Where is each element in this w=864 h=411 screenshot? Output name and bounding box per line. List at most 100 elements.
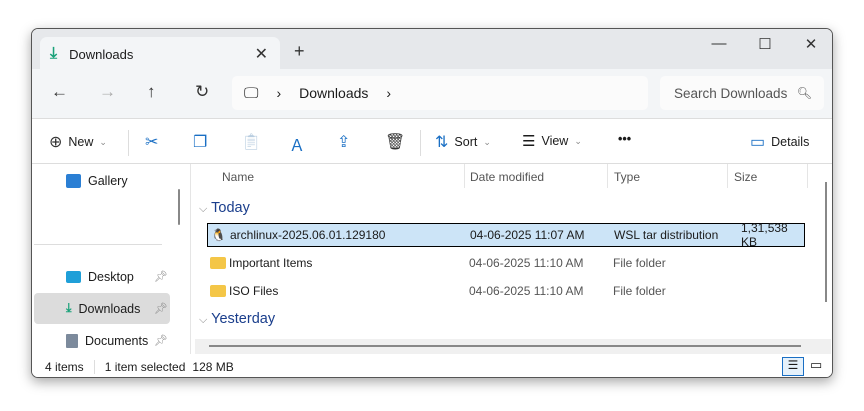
rename-icon[interactable]: Ａ [289,132,305,156]
sidebar-item-downloads[interactable]: ⤓ Downloads 📌︎ [34,293,170,324]
column-divider[interactable] [807,164,808,188]
file-type: File folder [613,256,666,270]
sidebar-item-desktop[interactable]: Desktop 📌︎ [34,261,170,292]
new-label: New [68,135,94,149]
paste-icon[interactable]: 📋︎ [241,132,261,152]
minimize-button[interactable]: — [696,35,742,52]
sidebar-item-label: Documents [85,333,149,348]
file-type: File folder [613,284,666,298]
details-button[interactable]: ▭ Details [750,132,809,152]
file-size: 1,31,538 KB [741,221,788,249]
breadcrumb-separator[interactable]: › [276,85,281,101]
group-label: Yesterday [211,311,276,327]
chevron-down-icon: ⌄ [99,136,107,147]
large-icons-view-button[interactable]: ▭ [810,357,822,373]
file-date: 04-06-2025 11:07 AM [470,228,585,242]
horizontal-scrollbar-track[interactable] [195,339,831,354]
group-label: Today [211,200,250,216]
column-header-type[interactable]: Type [614,170,640,184]
command-bar: ⊕ New ⌄ ✂ ❐ 📋︎ Ａ ⇪ 🗑︎ ⇅ Sort ⌄ ☰ View ⌄ ••• ▭ D… [32,120,832,164]
copy-icon[interactable]: ❐ [193,132,207,152]
file-row[interactable]: Important Items 04-06-2025 11:10 AM File… [207,251,805,275]
details-view-button[interactable]: ☰ [782,357,804,376]
sidebar-item-documents[interactable]: Documents 📌︎ [34,325,170,356]
pin-icon[interactable]: 📌︎ [154,270,168,283]
file-explorer-window: ⤓ Downloads ✕ + — ☐ ✕ ← → ↑ ↻ 🖵 › Downlo… [31,28,833,378]
sidebar-item-gallery[interactable]: Gallery [34,165,170,196]
forward-button[interactable]: → [99,82,116,102]
folder-icon [210,285,226,297]
group-today[interactable]: ⌵ Today [199,200,250,216]
up-button[interactable]: ↑ [147,82,156,102]
file-date: 04-06-2025 11:10 AM [469,284,584,298]
navigation-pane: Gallery Desktop 📌︎ ⤓ Downloads 📌︎ Documents… [32,164,190,354]
sidebar-item-label: Desktop [88,269,134,284]
download-icon: ⤓ [50,45,58,62]
details-pane-icon: ▭ [750,134,766,151]
tab-downloads[interactable]: ⤓ Downloads ✕ [40,37,280,71]
horizontal-scrollbar[interactable] [209,345,801,347]
plus-circle-icon: ⊕ [49,134,63,151]
selection-count: 1 item selected [104,359,186,374]
delete-icon[interactable]: 🗑︎ [385,132,405,152]
title-bar: ⤓ Downloads ✕ + — ☐ ✕ [32,29,832,71]
divider [34,244,162,245]
new-tab-button[interactable]: + [294,41,305,62]
documents-icon [66,333,78,348]
search-icon: 🔍︎ [796,86,812,100]
download-icon: ⤓ [66,301,72,315]
chevron-down-icon: ⌄ [483,136,491,147]
close-tab-icon[interactable]: ✕ [255,44,268,64]
breadcrumb-downloads[interactable]: Downloads [299,85,368,101]
share-icon[interactable]: ⇪ [337,132,350,152]
linux-penguin-icon: 🐧 [211,228,226,242]
column-header-date[interactable]: Date modified [470,170,544,184]
pin-icon[interactable]: 📌︎ [154,334,168,347]
view-button[interactable]: ☰ View ⌄ [522,132,582,150]
back-button[interactable]: ← [51,82,68,102]
file-name: ISO Files [229,284,279,298]
folder-icon [210,257,226,269]
sidebar-item-label: Downloads [78,301,141,316]
selection-size: 128 MB [192,359,234,374]
file-date: 04-06-2025 11:10 AM [469,256,584,270]
pin-icon[interactable]: 📌︎ [154,302,168,315]
divider [93,359,95,374]
this-pc-icon: 🖵 [244,84,259,102]
search-input[interactable]: Search Downloads 🔍︎ [660,76,824,110]
close-window-button[interactable]: ✕ [788,35,832,53]
file-row[interactable]: ISO Files 04-06-2025 11:10 AM File folde… [207,279,805,303]
column-divider[interactable] [727,164,728,188]
column-divider[interactable] [607,164,608,188]
maximize-button[interactable]: ☐ [742,35,788,53]
item-count: 4 items [45,359,84,374]
sort-button[interactable]: ⇅ Sort ⌄ [435,132,491,152]
column-divider[interactable] [464,164,465,188]
refresh-button[interactable]: ↻ [195,82,209,102]
vertical-scrollbar[interactable] [825,182,827,302]
sort-icon: ⇅ [435,134,449,151]
new-button[interactable]: ⊕ New ⌄ [49,132,107,152]
scrollbar[interactable] [178,189,180,225]
view-icon: ☰ [522,133,536,150]
sidebar-item-label: Gallery [88,173,128,188]
file-name: archlinux-2025.06.01.129180 [230,228,386,242]
chevron-down-icon: ⌄ [574,135,582,146]
column-header-size[interactable]: Size [734,170,757,184]
cut-icon[interactable]: ✂ [145,132,158,152]
address-bar[interactable]: 🖵 › Downloads › [232,76,648,110]
breadcrumb-chevron[interactable]: › [386,85,391,101]
file-name: Important Items [229,256,313,270]
divider [420,130,421,156]
status-bar: 4 items 1 item selected 128 MB ☰ ▭ [32,354,832,377]
more-options-button[interactable]: ••• [618,132,631,146]
file-type: WSL tar distribution [614,228,719,242]
search-placeholder: Search Downloads [674,85,788,101]
desktop-icon [66,270,81,283]
file-row[interactable]: 🐧 archlinux-2025.06.01.129180 04-06-2025… [207,221,805,249]
sort-label: Sort [454,135,478,149]
details-label: Details [771,135,810,149]
column-header-name[interactable]: Name [222,170,254,184]
group-yesterday[interactable]: ⌵ Yesterday [199,311,275,327]
view-label: View [541,134,569,148]
